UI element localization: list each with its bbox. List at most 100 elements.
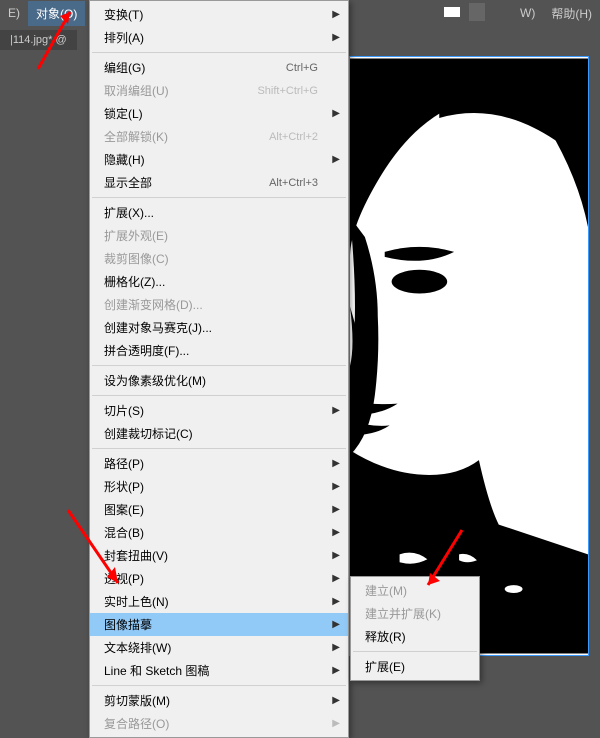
menu-item[interactable]: 显示全部Alt+Ctrl+3 xyxy=(90,171,348,194)
menu-item-label: 复合路径(O) xyxy=(104,715,318,732)
menu-item-shortcut: Ctrl+G xyxy=(286,62,318,74)
menu-item: 创建渐变网格(D)... xyxy=(90,293,348,316)
menu-item-label: 创建裁切标记(C) xyxy=(104,425,318,442)
menu-item[interactable]: 文本绕排(W) ▶ xyxy=(90,636,348,659)
submenu-arrow-icon: ▶ xyxy=(332,405,340,416)
menu-item-label: 扩展(X)... xyxy=(104,204,318,221)
menu-item-label: 透视(P) xyxy=(104,570,318,587)
menu-item-label: 路径(P) xyxy=(104,455,318,472)
menu-item[interactable]: 剪切蒙版(M) ▶ xyxy=(90,689,348,712)
menu-item-label: 实时上色(N) xyxy=(104,593,318,610)
submenu-arrow-icon: ▶ xyxy=(332,504,340,515)
menu-item-label: 裁剪图像(C) xyxy=(104,250,318,267)
tool-block-icon xyxy=(469,3,485,21)
menubar-item-object[interactable]: 对象(O) xyxy=(28,1,85,26)
document-tab[interactable]: |114.jpg* @ xyxy=(0,30,77,50)
menu-item-label: 切片(S) xyxy=(104,402,318,419)
menu-item-label: 拼合透明度(F)... xyxy=(104,342,318,359)
menu-separator xyxy=(92,448,346,449)
menu-item-label: 全部解锁(K) xyxy=(104,128,269,145)
menu-item-shortcut: Alt+Ctrl+2 xyxy=(269,131,318,143)
tool-rect-icon xyxy=(444,7,460,17)
menu-item-label: 隐藏(H) xyxy=(104,151,318,168)
menu-item[interactable]: 扩展(X)... xyxy=(90,201,348,224)
submenu-arrow-icon: ▶ xyxy=(332,642,340,653)
submenu-item-label: 释放(R) xyxy=(365,628,449,645)
menu-item: 全部解锁(K)Alt+Ctrl+2 xyxy=(90,125,348,148)
menu-item-shortcut: Shift+Ctrl+G xyxy=(257,85,318,97)
menu-item-label: Line 和 Sketch 图稿 xyxy=(104,662,318,679)
submenu-item: 建立(M) xyxy=(351,579,479,602)
menu-item-label: 形状(P) xyxy=(104,478,318,495)
menu-separator xyxy=(92,395,346,396)
menu-separator xyxy=(353,651,477,652)
menu-item-label: 文本绕排(W) xyxy=(104,639,318,656)
menu-item[interactable]: 创建裁切标记(C) xyxy=(90,422,348,445)
menu-item[interactable]: 创建对象马赛克(J)... xyxy=(90,316,348,339)
submenu-arrow-icon: ▶ xyxy=(332,695,340,706)
submenu-arrow-icon: ▶ xyxy=(332,154,340,165)
menu-item-label: 锁定(L) xyxy=(104,105,318,122)
menu-item-label: 显示全部 xyxy=(104,174,269,191)
menu-item-label: 混合(B) xyxy=(104,524,318,541)
menu-item[interactable]: 实时上色(N) ▶ xyxy=(90,590,348,613)
menu-item-label: 图像描摹 xyxy=(104,616,318,633)
submenu-arrow-icon: ▶ xyxy=(332,458,340,469)
menu-item[interactable]: Line 和 Sketch 图稿 ▶ xyxy=(90,659,348,682)
menu-item[interactable]: 栅格化(Z)... xyxy=(90,270,348,293)
menu-item-label: 栅格化(Z)... xyxy=(104,273,318,290)
menu-item-label: 取消编组(U) xyxy=(104,82,257,99)
menu-item[interactable]: 透视(P) ▶ xyxy=(90,567,348,590)
menu-item[interactable]: 切片(S) ▶ xyxy=(90,399,348,422)
submenu-arrow-icon: ▶ xyxy=(332,481,340,492)
menu-item[interactable]: 拼合透明度(F)... xyxy=(90,339,348,362)
menu-item[interactable]: 排列(A)▶ xyxy=(90,26,348,49)
submenu-item-label: 扩展(E) xyxy=(365,658,449,675)
menu-item-label: 创建对象马赛克(J)... xyxy=(104,319,318,336)
menu-item[interactable]: 混合(B)▶ xyxy=(90,521,348,544)
menu-item[interactable]: 设为像素级优化(M) xyxy=(90,369,348,392)
image-trace-submenu: 建立(M)建立并扩展(K)释放(R)扩展(E) xyxy=(350,576,480,681)
submenu-arrow-icon: ▶ xyxy=(332,718,340,729)
menu-item[interactable]: 路径(P) ▶ xyxy=(90,452,348,475)
menubar-item-edit[interactable]: E) xyxy=(0,2,28,24)
submenu-item[interactable]: 扩展(E) xyxy=(351,655,479,678)
menu-item: 取消编组(U)Shift+Ctrl+G xyxy=(90,79,348,102)
submenu-item-label: 建立(M) xyxy=(365,582,449,599)
submenu-arrow-icon: ▶ xyxy=(332,573,340,584)
menu-item-label: 排列(A) xyxy=(104,29,318,46)
portrait-image xyxy=(350,57,588,655)
submenu-arrow-icon: ▶ xyxy=(332,596,340,607)
menu-item[interactable]: 图像描摹 ▶ xyxy=(90,613,348,636)
menubar-item-help[interactable]: 帮助(H) xyxy=(543,1,600,26)
menu-item[interactable]: 变换(T) ▶ xyxy=(90,3,348,26)
submenu-arrow-icon: ▶ xyxy=(332,9,340,20)
submenu-arrow-icon: ▶ xyxy=(332,665,340,676)
menu-item[interactable]: 封套扭曲(V) ▶ xyxy=(90,544,348,567)
menu-item-label: 剪切蒙版(M) xyxy=(104,692,318,709)
menu-item: 复合路径(O) ▶ xyxy=(90,712,348,735)
submenu-arrow-icon: ▶ xyxy=(332,619,340,630)
submenu-item[interactable]: 释放(R) xyxy=(351,625,479,648)
menubar-item-window[interactable]: W) xyxy=(512,2,543,24)
menu-separator xyxy=(92,365,346,366)
menu-item[interactable]: 编组(G)Ctrl+G xyxy=(90,56,348,79)
menu-separator xyxy=(92,685,346,686)
menu-item-label: 封套扭曲(V) xyxy=(104,547,318,564)
menu-item: 裁剪图像(C) xyxy=(90,247,348,270)
menu-item[interactable]: 图案(E)▶ xyxy=(90,498,348,521)
menu-item[interactable]: 隐藏(H) ▶ xyxy=(90,148,348,171)
canvas[interactable] xyxy=(349,56,589,656)
submenu-arrow-icon: ▶ xyxy=(332,550,340,561)
menu-item-shortcut: Alt+Ctrl+3 xyxy=(269,177,318,189)
menu-item-label: 编组(G) xyxy=(104,59,286,76)
menu-separator xyxy=(92,52,346,53)
menu-item: 扩展外观(E) xyxy=(90,224,348,247)
menu-separator xyxy=(92,197,346,198)
menu-item[interactable]: 锁定(L)▶ xyxy=(90,102,348,125)
menu-item-label: 扩展外观(E) xyxy=(104,227,318,244)
menu-item-label: 设为像素级优化(M) xyxy=(104,372,318,389)
menu-item-label: 创建渐变网格(D)... xyxy=(104,296,318,313)
menu-item-label: 变换(T) xyxy=(104,6,318,23)
menu-item[interactable]: 形状(P) ▶ xyxy=(90,475,348,498)
